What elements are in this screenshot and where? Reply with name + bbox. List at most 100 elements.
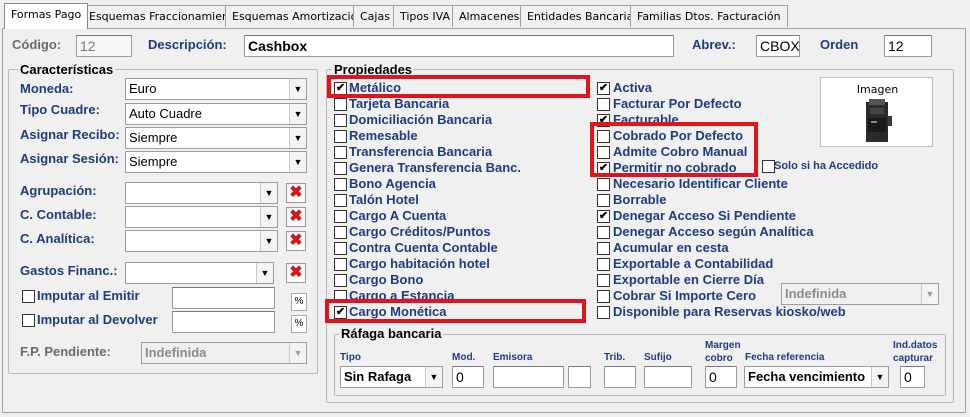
borrable-checkbox[interactable] (597, 194, 610, 207)
clear-gastos-button[interactable]: ✖ (286, 263, 306, 283)
activa-checkbox[interactable]: ✔ (597, 82, 610, 95)
imputar-devolver-field[interactable] (172, 311, 275, 333)
acumular-en-cesta-label: Acumular en cesta (613, 240, 729, 255)
cargo-a-estancia-label: Cargo a Estancia (349, 288, 455, 303)
imputar-emitir-checkbox[interactable] (22, 290, 35, 303)
cobrar-si-importe-cero-checkbox[interactable] (597, 290, 610, 303)
chevron-down-icon: ▼ (289, 79, 306, 99)
exportable-en-cierre-dia-checkbox[interactable] (597, 274, 610, 287)
rafaga-margen-label: Margen (705, 340, 741, 351)
agrupacion-select[interactable]: ▼ (125, 182, 278, 204)
chevron-down-icon: ▼ (289, 343, 306, 363)
talon-hotel-checkbox[interactable] (334, 194, 347, 207)
permitir-no-cobrado-checkbox[interactable]: ✔ (597, 162, 610, 175)
necesario-identificar-cliente-checkbox[interactable] (597, 178, 610, 191)
chevron-down-icon: ▼ (256, 263, 273, 283)
rafaga-trib-field[interactable] (604, 366, 636, 388)
facturable-label: Facturable (613, 112, 679, 127)
tarjeta-bancaria-checkbox[interactable] (334, 98, 347, 111)
tab-formas-pago[interactable]: Formas Pago (4, 3, 89, 29)
cargo-habitacion-hotel-checkbox[interactable] (334, 258, 347, 271)
genera-transferencia-banc-checkbox[interactable] (334, 162, 347, 175)
admite-cobro-manual-checkbox[interactable] (597, 146, 610, 159)
abrev-field[interactable]: CBOX (756, 35, 800, 57)
codigo-field[interactable]: 12 (76, 35, 132, 57)
metalico-checkbox[interactable]: ✔ (334, 82, 347, 95)
domiciliacion-bancaria-checkbox[interactable] (334, 114, 347, 127)
rafaga-mod-field[interactable]: 0 (452, 366, 484, 388)
cobrado-por-defecto-checkbox[interactable] (597, 130, 610, 143)
imputar-devolver-checkbox[interactable] (22, 314, 35, 327)
denegar-acceso-si-pendiente-checkbox[interactable]: ✔ (597, 210, 610, 223)
disponible-para-reservas-kiosko-web-checkbox[interactable] (597, 306, 610, 319)
cargo-a-estancia-checkbox[interactable] (334, 290, 347, 303)
rafaga-tipo-select[interactable]: Sin Rafaga ▼ (340, 366, 443, 388)
imputar-emitir-field[interactable] (172, 287, 275, 309)
gastos-financ-select[interactable]: ▼ (125, 262, 274, 284)
genera-transferencia-banc-label: Genera Transferencia Banc. (349, 160, 521, 175)
cargo-a-cuenta-checkbox[interactable] (334, 210, 347, 223)
descripcion-field[interactable]: Cashbox (244, 35, 674, 57)
fp-pendiente-label: F.P. Pendiente: (20, 344, 111, 359)
denegar-acceso-si-pendiente-label: Denegar Acceso Si Pendiente (613, 208, 797, 223)
contra-cuenta-contable-label: Contra Cuenta Contable (349, 240, 498, 255)
remesable-checkbox[interactable] (334, 130, 347, 143)
cargo-habitacion-hotel-label: Cargo habitación hotel (349, 256, 490, 271)
moneda-select[interactable]: Euro ▼ (125, 78, 307, 100)
bono-agencia-label: Bono Agencia (349, 176, 436, 191)
fp-pendiente-select[interactable]: Indefinida ▼ (141, 342, 307, 364)
disponible-para-reservas-kiosko-web-label: Disponible para Reservas kiosko/web (613, 304, 846, 319)
rafaga-cobro-label: cobro (705, 353, 733, 364)
percent-emitir-button[interactable]: % (291, 293, 307, 311)
cargo-bono-checkbox[interactable] (334, 274, 347, 287)
cobrar-si-importe-cero-label: Cobrar Si Importe Cero (613, 288, 757, 303)
denegar-acceso-segun-analitica-checkbox[interactable] (597, 226, 610, 239)
tab-familias-dtos[interactable]: Familias Dtos. Facturación (630, 5, 788, 27)
percent-devolver-button[interactable]: % (291, 315, 307, 333)
rafaga-margen-field[interactable]: 0 (705, 366, 737, 388)
bono-agencia-checkbox[interactable] (334, 178, 347, 191)
tab-esquemas-fraccionamiento[interactable]: Esquemas Fraccionamiento (82, 5, 248, 27)
transferencia-bancaria-checkbox[interactable] (334, 146, 347, 159)
exportable-a-contabilidad-checkbox[interactable] (597, 258, 610, 271)
rafaga-ind-field[interactable]: 0 (900, 366, 925, 388)
facturar-por-defecto-checkbox[interactable] (597, 98, 610, 111)
rafaga-emisora-suffix-field[interactable] (568, 366, 591, 388)
exportable-en-cierre-dia-label: Exportable en Cierre Día (613, 272, 764, 287)
asignar-sesion-select[interactable]: Siempre ▼ (125, 151, 307, 173)
tab-entidades-bancarias[interactable]: Entidades Bancarias (520, 5, 647, 27)
transferencia-bancaria-label: Transferencia Bancaria (349, 144, 493, 159)
tab-esquemas-amortizacion[interactable]: Esquemas Amortización (225, 5, 372, 27)
tipo-cuadre-select[interactable]: Auto Cuadre ▼ (125, 103, 307, 125)
clear-c-analitica-button[interactable]: ✖ (286, 231, 306, 251)
tab-almacenes[interactable]: Almacenes (452, 5, 527, 27)
propiedades-title: Propiedades (332, 62, 415, 77)
cargo-creditos-puntos-checkbox[interactable] (334, 226, 347, 239)
clear-agrupacion-button[interactable]: ✖ (286, 183, 306, 203)
tab-tipos-iva[interactable]: Tipos IVA (393, 5, 457, 27)
cargo-monetica-label: Cargo Monética (349, 304, 447, 319)
rafaga-emisora-field[interactable] (493, 366, 564, 388)
remesable-label: Remesable (349, 128, 418, 143)
imputar-emitir-label: Imputar al Emitir (37, 288, 140, 303)
tab-cajas[interactable]: Cajas (353, 5, 397, 27)
rafaga-fecha-ref-select[interactable]: Fecha vencimiento ▼ (744, 366, 889, 388)
facturable-checkbox[interactable]: ✔ (597, 114, 610, 127)
permitir-no-cobrado-label: Permitir no cobrado (613, 160, 737, 175)
cobrar-cero-select[interactable]: Indefinida ▼ (781, 283, 939, 305)
contra-cuenta-contable-checkbox[interactable] (334, 242, 347, 255)
chevron-down-icon: ▼ (289, 104, 306, 124)
rafaga-capturar-label: capturar (893, 353, 934, 364)
imagen-button[interactable]: Imagen (820, 77, 933, 147)
orden-field[interactable]: 12 (884, 35, 932, 57)
asignar-recibo-select[interactable]: Siempre ▼ (125, 127, 307, 149)
cargo-monetica-checkbox[interactable]: ✔ (334, 306, 347, 319)
c-analitica-select[interactable]: ▼ (125, 230, 278, 252)
rafaga-sufijo-label: Sufijo (644, 352, 672, 363)
acumular-en-cesta-checkbox[interactable] (597, 242, 610, 255)
c-contable-select[interactable]: ▼ (125, 206, 278, 228)
rafaga-sufijo-field[interactable] (644, 366, 692, 388)
codigo-label: Código: (12, 37, 62, 52)
domiciliacion-bancaria-label: Domiciliación Bancaria (349, 112, 493, 127)
clear-c-contable-button[interactable]: ✖ (286, 207, 306, 227)
